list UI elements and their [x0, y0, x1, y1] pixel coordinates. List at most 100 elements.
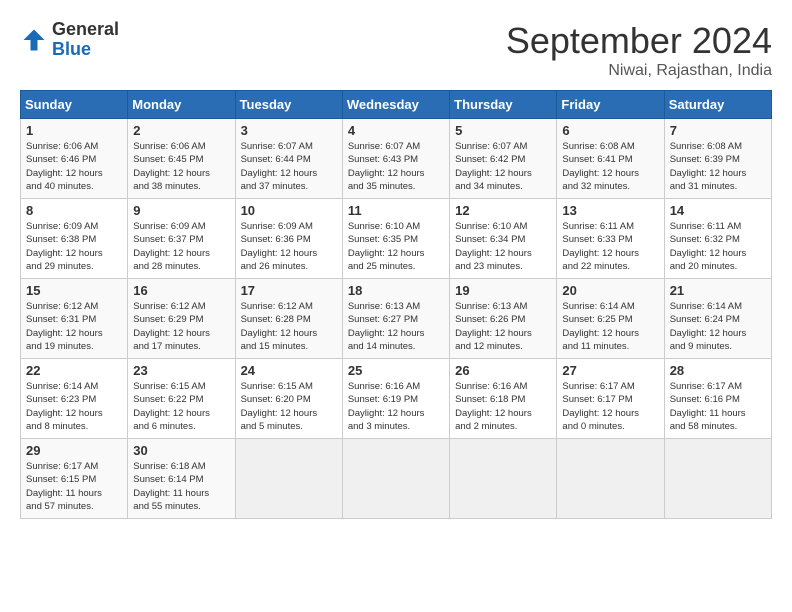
calendar-cell: 27 Sunrise: 6:17 AM Sunset: 6:17 PM Dayli… — [557, 359, 664, 439]
day-number: 14 — [670, 203, 766, 218]
month-title: September 2024 — [506, 20, 772, 62]
calendar-week-3: 15 Sunrise: 6:12 AM Sunset: 6:31 PM Dayli… — [21, 279, 772, 359]
day-info: Sunrise: 6:09 AM Sunset: 6:36 PM Dayligh… — [241, 220, 337, 273]
day-info: Sunrise: 6:12 AM Sunset: 6:28 PM Dayligh… — [241, 300, 337, 353]
day-info: Sunrise: 6:07 AM Sunset: 6:44 PM Dayligh… — [241, 140, 337, 193]
calendar-cell: 28 Sunrise: 6:17 AM Sunset: 6:16 PM Dayli… — [664, 359, 771, 439]
calendar-week-5: 29 Sunrise: 6:17 AM Sunset: 6:15 PM Dayli… — [21, 439, 772, 519]
day-number: 30 — [133, 443, 229, 458]
day-info: Sunrise: 6:11 AM Sunset: 6:33 PM Dayligh… — [562, 220, 658, 273]
calendar-cell — [342, 439, 449, 519]
calendar-cell: 3 Sunrise: 6:07 AM Sunset: 6:44 PM Daylig… — [235, 119, 342, 199]
day-info: Sunrise: 6:07 AM Sunset: 6:42 PM Dayligh… — [455, 140, 551, 193]
day-info: Sunrise: 6:17 AM Sunset: 6:16 PM Dayligh… — [670, 380, 766, 433]
day-info: Sunrise: 6:12 AM Sunset: 6:31 PM Dayligh… — [26, 300, 122, 353]
location: Niwai, Rajasthan, India — [506, 62, 772, 80]
calendar-cell: 6 Sunrise: 6:08 AM Sunset: 6:41 PM Daylig… — [557, 119, 664, 199]
column-header-friday: Friday — [557, 91, 664, 119]
day-number: 28 — [670, 363, 766, 378]
day-info: Sunrise: 6:14 AM Sunset: 6:25 PM Dayligh… — [562, 300, 658, 353]
calendar-cell: 30Sunrise: 6:18 AM Sunset: 6:14 PM Dayli… — [128, 439, 235, 519]
column-header-monday: Monday — [128, 91, 235, 119]
calendar-cell: 1Sunrise: 6:06 AM Sunset: 6:46 PM Daylig… — [21, 119, 128, 199]
day-number: 22 — [26, 363, 122, 378]
calendar-week-4: 22 Sunrise: 6:14 AM Sunset: 6:23 PM Dayli… — [21, 359, 772, 439]
day-number: 17 — [241, 283, 337, 298]
day-number: 10 — [241, 203, 337, 218]
calendar-cell: 18Sunrise: 6:13 AM Sunset: 6:27 PM Dayli… — [342, 279, 449, 359]
day-info: Sunrise: 6:09 AM Sunset: 6:37 PM Dayligh… — [133, 220, 229, 273]
day-info: Sunrise: 6:10 AM Sunset: 6:35 PM Dayligh… — [348, 220, 444, 273]
column-header-sunday: Sunday — [21, 91, 128, 119]
day-info: Sunrise: 6:07 AM Sunset: 6:43 PM Dayligh… — [348, 140, 444, 193]
calendar-cell: 4 Sunrise: 6:07 AM Sunset: 6:43 PM Daylig… — [342, 119, 449, 199]
logo-text: General Blue — [52, 20, 119, 60]
day-number: 13 — [562, 203, 658, 218]
calendar-cell: 2 Sunrise: 6:06 AM Sunset: 6:45 PM Daylig… — [128, 119, 235, 199]
day-number: 8 — [26, 203, 122, 218]
day-number: 9 — [133, 203, 229, 218]
day-number: 23 — [133, 363, 229, 378]
day-number: 6 — [562, 123, 658, 138]
day-info: Sunrise: 6:14 AM Sunset: 6:24 PM Dayligh… — [670, 300, 766, 353]
day-number: 25 — [348, 363, 444, 378]
logo: General Blue — [20, 20, 119, 60]
day-number: 24 — [241, 363, 337, 378]
day-info: Sunrise: 6:17 AM Sunset: 6:15 PM Dayligh… — [26, 460, 122, 513]
day-number: 16 — [133, 283, 229, 298]
day-info: Sunrise: 6:06 AM Sunset: 6:45 PM Dayligh… — [133, 140, 229, 193]
calendar-cell: 21 Sunrise: 6:14 AM Sunset: 6:24 PM Dayli… — [664, 279, 771, 359]
calendar-week-1: 1Sunrise: 6:06 AM Sunset: 6:46 PM Daylig… — [21, 119, 772, 199]
logo-icon — [20, 26, 48, 54]
page-header: General Blue September 2024 Niwai, Rajas… — [20, 20, 772, 80]
column-header-wednesday: Wednesday — [342, 91, 449, 119]
calendar-cell — [450, 439, 557, 519]
calendar-cell: 23Sunrise: 6:15 AM Sunset: 6:22 PM Dayli… — [128, 359, 235, 439]
title-block: September 2024 Niwai, Rajasthan, India — [506, 20, 772, 80]
day-info: Sunrise: 6:15 AM Sunset: 6:20 PM Dayligh… — [241, 380, 337, 433]
day-number: 3 — [241, 123, 337, 138]
day-number: 21 — [670, 283, 766, 298]
day-info: Sunrise: 6:17 AM Sunset: 6:17 PM Dayligh… — [562, 380, 658, 433]
calendar-cell — [235, 439, 342, 519]
day-number: 19 — [455, 283, 551, 298]
calendar-cell: 12 Sunrise: 6:10 AM Sunset: 6:34 PM Dayli… — [450, 199, 557, 279]
day-number: 4 — [348, 123, 444, 138]
calendar-cell: 22 Sunrise: 6:14 AM Sunset: 6:23 PM Dayli… — [21, 359, 128, 439]
day-number: 27 — [562, 363, 658, 378]
calendar-cell: 16 Sunrise: 6:12 AM Sunset: 6:29 PM Dayli… — [128, 279, 235, 359]
day-number: 5 — [455, 123, 551, 138]
calendar-cell: 15 Sunrise: 6:12 AM Sunset: 6:31 PM Dayli… — [21, 279, 128, 359]
calendar-cell: 19 Sunrise: 6:13 AM Sunset: 6:26 PM Dayli… — [450, 279, 557, 359]
calendar-header-row: SundayMondayTuesdayWednesdayThursdayFrid… — [21, 91, 772, 119]
day-info: Sunrise: 6:08 AM Sunset: 6:41 PM Dayligh… — [562, 140, 658, 193]
day-number: 2 — [133, 123, 229, 138]
calendar-cell: 24 Sunrise: 6:15 AM Sunset: 6:20 PM Dayli… — [235, 359, 342, 439]
day-info: Sunrise: 6:16 AM Sunset: 6:18 PM Dayligh… — [455, 380, 551, 433]
column-header-tuesday: Tuesday — [235, 91, 342, 119]
day-number: 26 — [455, 363, 551, 378]
column-header-saturday: Saturday — [664, 91, 771, 119]
day-info: Sunrise: 6:06 AM Sunset: 6:46 PM Dayligh… — [26, 140, 122, 193]
column-header-thursday: Thursday — [450, 91, 557, 119]
logo-general: General — [52, 20, 119, 40]
day-info: Sunrise: 6:09 AM Sunset: 6:38 PM Dayligh… — [26, 220, 122, 273]
day-info: Sunrise: 6:10 AM Sunset: 6:34 PM Dayligh… — [455, 220, 551, 273]
day-info: Sunrise: 6:08 AM Sunset: 6:39 PM Dayligh… — [670, 140, 766, 193]
day-info: Sunrise: 6:12 AM Sunset: 6:29 PM Dayligh… — [133, 300, 229, 353]
day-info: Sunrise: 6:16 AM Sunset: 6:19 PM Dayligh… — [348, 380, 444, 433]
calendar-week-2: 8 Sunrise: 6:09 AM Sunset: 6:38 PM Daylig… — [21, 199, 772, 279]
day-info: Sunrise: 6:11 AM Sunset: 6:32 PM Dayligh… — [670, 220, 766, 273]
day-number: 12 — [455, 203, 551, 218]
day-number: 15 — [26, 283, 122, 298]
day-info: Sunrise: 6:13 AM Sunset: 6:26 PM Dayligh… — [455, 300, 551, 353]
calendar-cell — [664, 439, 771, 519]
day-number: 20 — [562, 283, 658, 298]
day-number: 18 — [348, 283, 444, 298]
calendar-cell: 14 Sunrise: 6:11 AM Sunset: 6:32 PM Dayli… — [664, 199, 771, 279]
day-info: Sunrise: 6:14 AM Sunset: 6:23 PM Dayligh… — [26, 380, 122, 433]
day-number: 29 — [26, 443, 122, 458]
calendar-cell: 26 Sunrise: 6:16 AM Sunset: 6:18 PM Dayli… — [450, 359, 557, 439]
day-number: 7 — [670, 123, 766, 138]
calendar-cell: 7 Sunrise: 6:08 AM Sunset: 6:39 PM Daylig… — [664, 119, 771, 199]
